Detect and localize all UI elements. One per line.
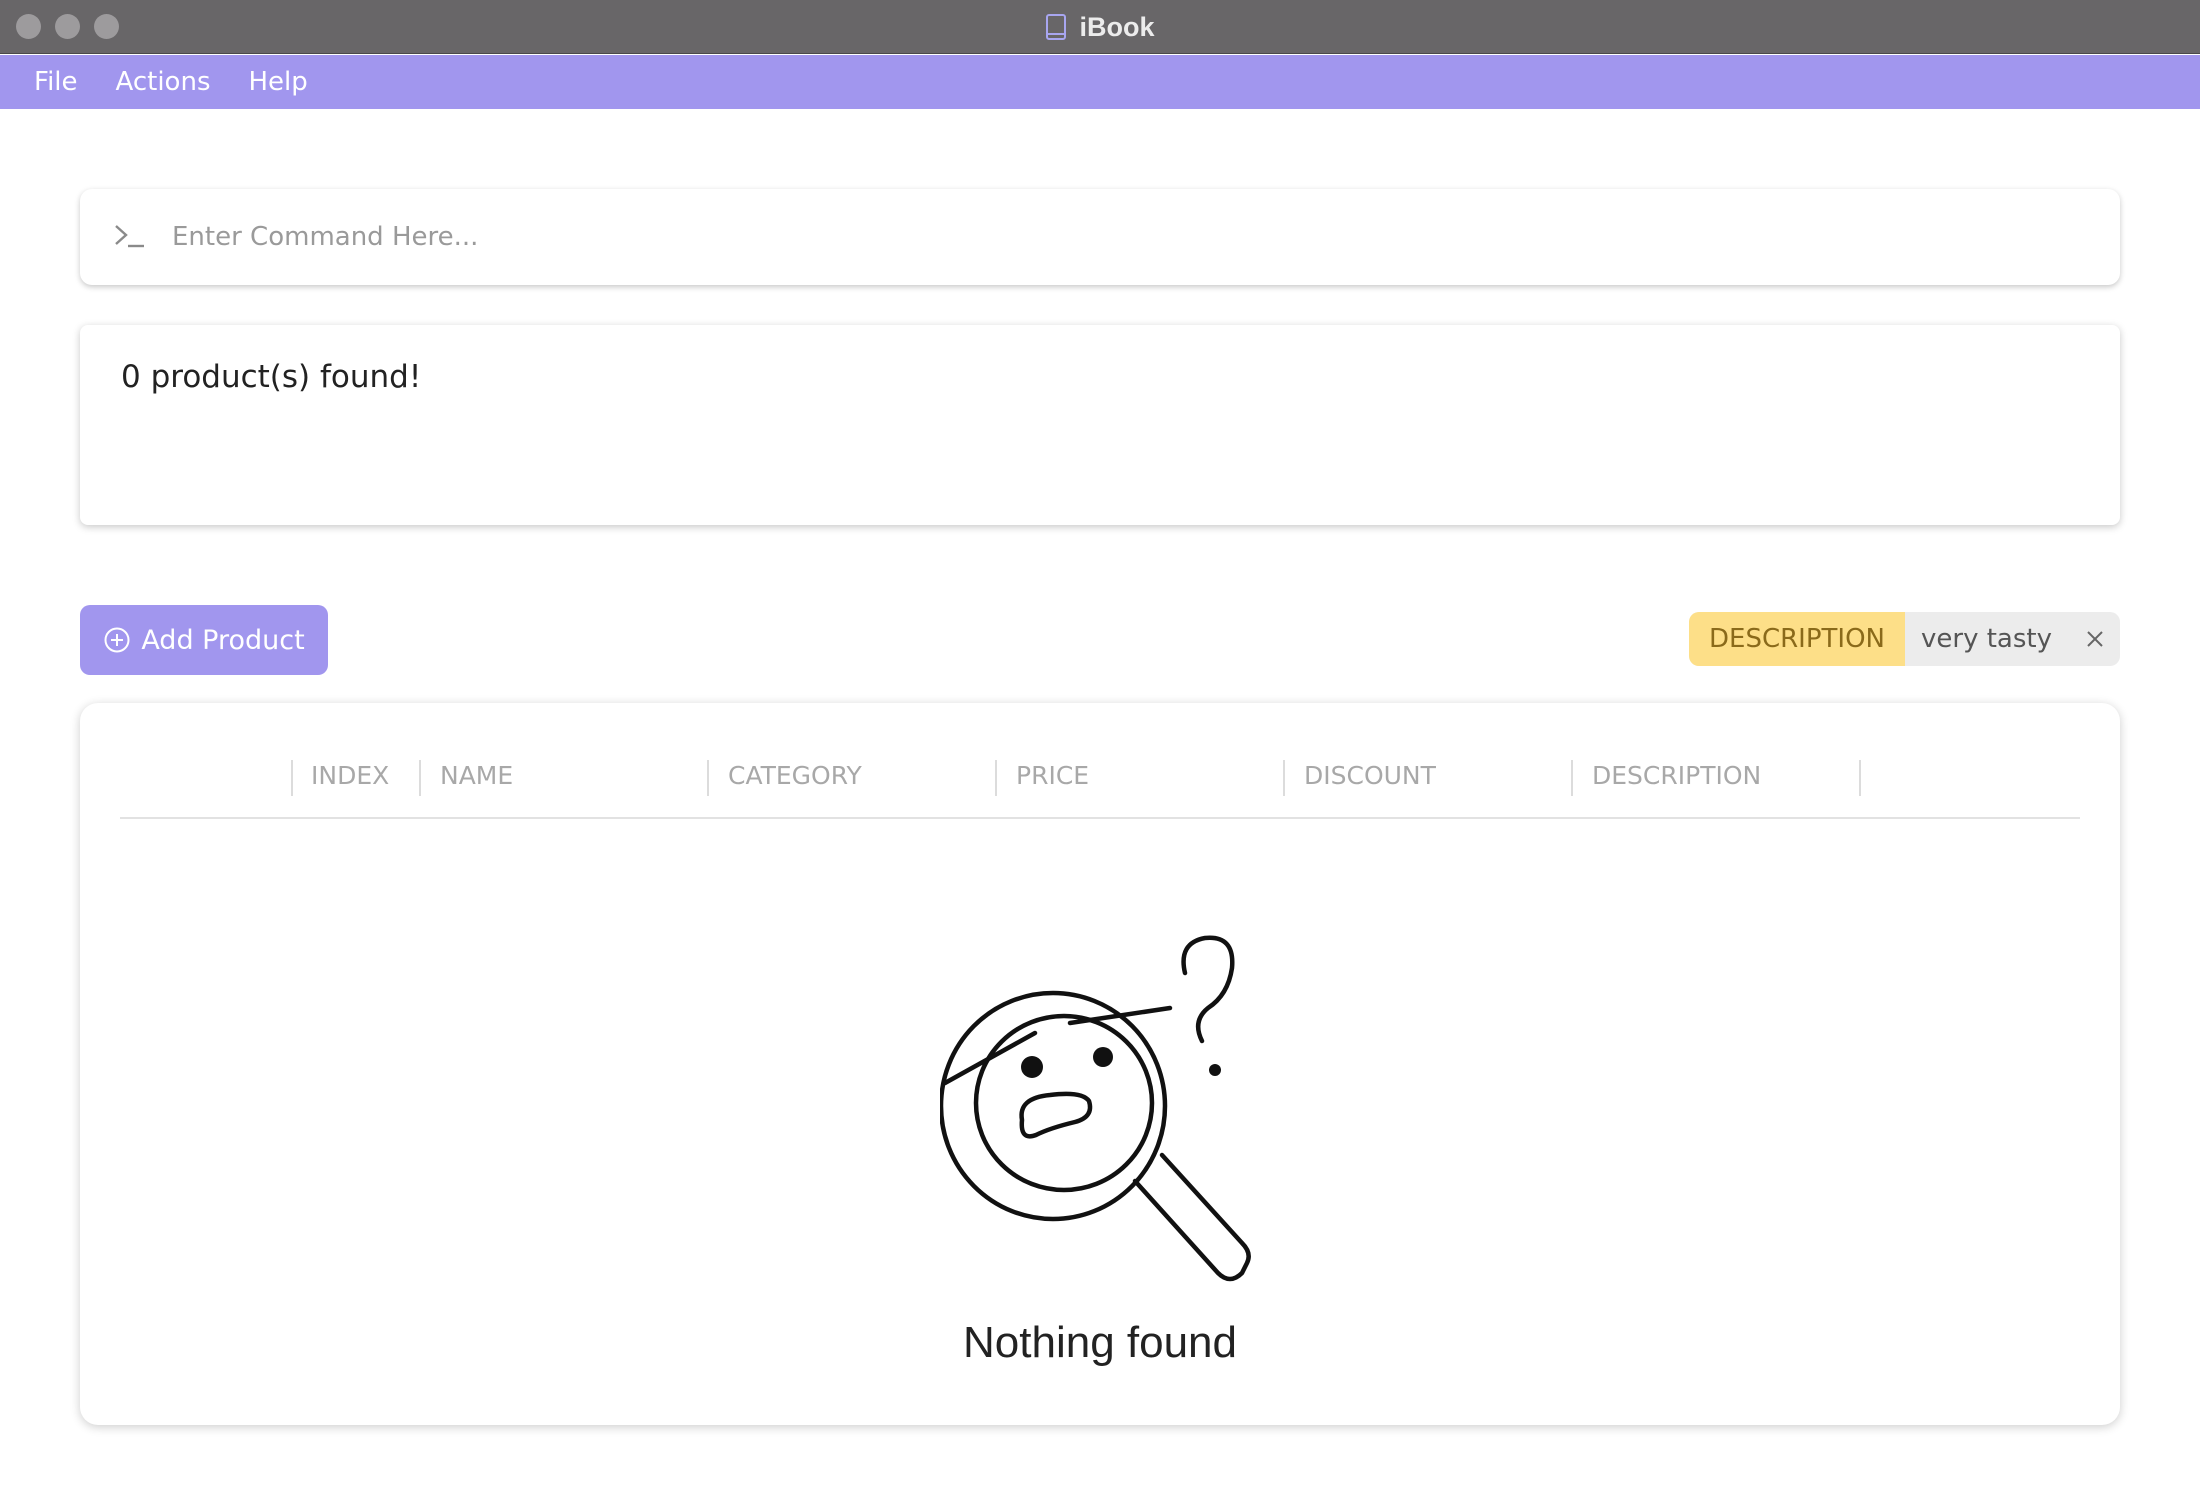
add-product-button[interactable]: Add Product bbox=[80, 605, 328, 675]
menu-help[interactable]: Help bbox=[249, 67, 308, 97]
column-header-name[interactable]: NAME bbox=[440, 761, 513, 790]
table-header: INDEX NAME CATEGORY PRICE DISCOUNT DESCR… bbox=[120, 755, 2080, 819]
command-input[interactable] bbox=[172, 222, 2072, 252]
plus-circle-icon bbox=[104, 627, 130, 653]
close-icon bbox=[2087, 631, 2103, 647]
column-separator[interactable] bbox=[1283, 760, 1285, 796]
app-window: iBook File Actions Help 0 product(s) fou… bbox=[0, 0, 2200, 1504]
column-header-index[interactable]: INDEX bbox=[311, 761, 389, 790]
column-separator[interactable] bbox=[419, 760, 421, 796]
magnifier-confused-icon bbox=[940, 935, 1251, 1282]
column-header-category[interactable]: CATEGORY bbox=[728, 761, 862, 790]
filter-value: very tasty bbox=[1921, 624, 2052, 654]
terminal-prompt-icon bbox=[115, 225, 144, 248]
command-box bbox=[80, 189, 2120, 285]
column-header-price[interactable]: PRICE bbox=[1016, 761, 1089, 790]
window-title-group: iBook bbox=[0, 0, 2200, 54]
empty-state-message: Nothing found bbox=[963, 1318, 1237, 1367]
column-separator[interactable] bbox=[995, 760, 997, 796]
column-header-discount[interactable]: DISCOUNT bbox=[1304, 761, 1436, 790]
add-product-label: Add Product bbox=[141, 624, 305, 656]
column-separator[interactable] bbox=[1571, 760, 1573, 796]
filter-chip: DESCRIPTION very tasty bbox=[1689, 612, 2120, 666]
column-separator[interactable] bbox=[1859, 760, 1861, 796]
title-bar: iBook bbox=[0, 0, 2200, 54]
column-separator[interactable] bbox=[707, 760, 709, 796]
menu-bar: File Actions Help bbox=[0, 55, 2200, 109]
remove-filter-button[interactable] bbox=[2070, 612, 2120, 666]
book-icon bbox=[1046, 14, 1067, 40]
menu-actions[interactable]: Actions bbox=[116, 67, 211, 97]
window-title: iBook bbox=[1079, 11, 1155, 42]
column-separator[interactable] bbox=[291, 760, 293, 796]
result-message: 0 product(s) found! bbox=[121, 359, 422, 395]
menu-file[interactable]: File bbox=[34, 67, 78, 97]
product-table: INDEX NAME CATEGORY PRICE DISCOUNT DESCR… bbox=[80, 703, 2120, 1425]
filter-key: DESCRIPTION bbox=[1689, 612, 1905, 666]
result-display: 0 product(s) found! bbox=[80, 325, 2120, 525]
column-header-description[interactable]: DESCRIPTION bbox=[1592, 761, 1761, 790]
